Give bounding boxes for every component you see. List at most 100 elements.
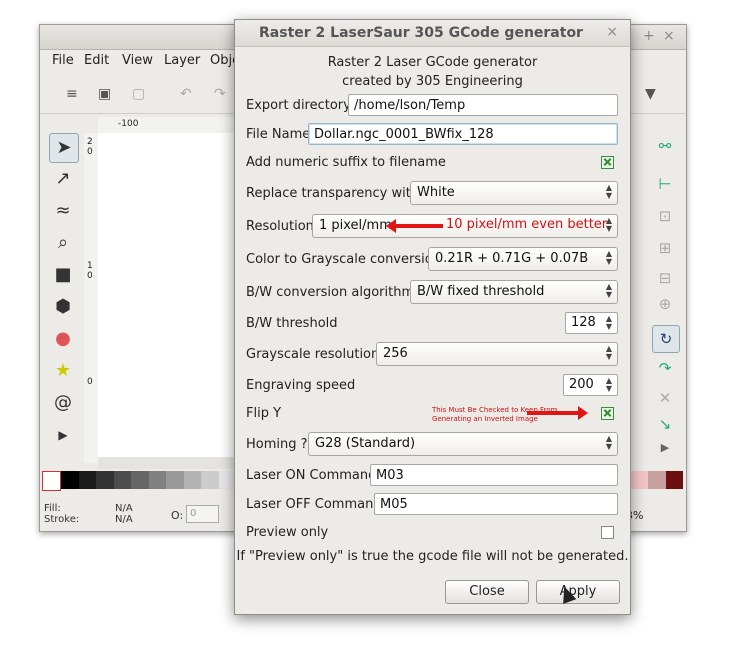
color-palette: [42, 471, 236, 491]
transparency-select[interactable]: White ▲ ▼: [410, 181, 618, 205]
color-swatch[interactable]: [665, 471, 683, 489]
export-directory-input[interactable]: /home/lson/Temp: [348, 94, 618, 116]
laser-off-input[interactable]: M05: [374, 493, 618, 515]
chevron-down-icon[interactable]: ▼: [645, 86, 656, 102]
ellipse-tool-icon[interactable]: ●: [49, 325, 77, 353]
stroke-value: N/A: [115, 514, 133, 525]
color-swatch[interactable]: [61, 471, 79, 489]
annotation-arrow-right: [527, 406, 588, 420]
group-icon[interactable]: ▢: [132, 86, 145, 102]
menu-edit[interactable]: Edit: [84, 53, 109, 68]
color-swatch[interactable]: [166, 471, 184, 489]
select-all-icon[interactable]: ▣: [98, 86, 111, 102]
engraving-speed-label: Engraving speed: [246, 378, 356, 393]
spin-arrows-icon: ▲ ▼: [605, 183, 612, 200]
preview-only-checkbox[interactable]: [601, 526, 614, 539]
grayscale-resolution-select[interactable]: 256 ▲ ▼: [376, 342, 618, 366]
color-swatch[interactable]: [113, 471, 132, 489]
color-swatch[interactable]: [183, 471, 202, 489]
node-tool-icon[interactable]: ↗: [49, 165, 77, 193]
annotation-arrow-left: [386, 219, 443, 233]
color-swatch[interactable]: [648, 471, 666, 489]
snap-smooth-icon[interactable]: ↻: [652, 325, 680, 353]
bw-algorithm-value: B/W fixed threshold: [417, 284, 545, 299]
menubar: File Edit View Layer Obje: [40, 49, 240, 71]
close-button[interactable]: Close: [445, 580, 529, 604]
bw-threshold-spinbox[interactable]: 128 ▲ ▼: [565, 312, 618, 334]
drawing-canvas[interactable]: [98, 133, 236, 457]
snap-toggle-icon[interactable]: ⚯: [652, 133, 678, 159]
homing-label: Homing ?: [246, 437, 308, 452]
no-paint-swatch[interactable]: [42, 471, 62, 491]
ruler-label: 0: [87, 377, 93, 387]
numeric-suffix-checkbox[interactable]: [601, 156, 614, 169]
maximize-icon[interactable]: +: [643, 28, 655, 44]
more-tools-icon[interactable]: ▶: [49, 421, 77, 449]
snap-intersect-icon[interactable]: ✕: [652, 385, 678, 411]
vertical-ruler: 2 0 1 0 0: [84, 133, 99, 463]
color-swatch[interactable]: [78, 471, 97, 489]
ruler-label: 0: [87, 147, 93, 157]
spin-arrows-icon: ▲ ▼: [605, 376, 612, 393]
rectangle-tool-icon[interactable]: ■: [49, 261, 77, 289]
more-snap-icon[interactable]: ▶: [652, 435, 678, 461]
color-palette-right: [631, 471, 683, 489]
dialog-title: Raster 2 LaserSaur 305 GCode generator: [259, 25, 583, 41]
style-indicator: Fill: N/A Stroke: N/A O: 0: [44, 503, 219, 525]
bw-threshold-value: 128: [571, 315, 596, 330]
snap-bbox-icon[interactable]: ⊢: [652, 171, 678, 197]
spin-arrows-icon: ▲ ▼: [605, 314, 612, 331]
apply-button[interactable]: Apply: [536, 580, 620, 604]
horizontal-ruler: -100: [98, 117, 238, 134]
stroke-label: Stroke:: [44, 514, 80, 525]
color-swatch[interactable]: [631, 471, 649, 489]
numeric-suffix-label: Add numeric suffix to filename: [246, 155, 446, 170]
flip-y-label: Flip Y: [246, 406, 282, 421]
color-swatch[interactable]: [148, 471, 167, 489]
fill-value: N/A: [115, 503, 133, 514]
snap-midpoints-icon[interactable]: ⊟: [652, 265, 678, 291]
tweak-tool-icon[interactable]: ≈: [49, 197, 77, 225]
align-icon[interactable]: ≡: [66, 86, 78, 102]
zoom-tool-icon[interactable]: ⌕: [49, 229, 77, 257]
ruler-label: 1: [87, 261, 93, 271]
ruler-label: -100: [118, 119, 139, 129]
snap-path-icon[interactable]: ↷: [652, 355, 678, 381]
horizontal-scrollbar[interactable]: [98, 457, 236, 469]
opacity-spinbox[interactable]: 0: [186, 505, 219, 523]
close-icon[interactable]: ×: [606, 24, 618, 40]
snap-center-icon[interactable]: ⊕: [652, 291, 678, 317]
grayscale-conversion-label: Color to Grayscale conversion: [246, 252, 441, 267]
selector-tool-icon[interactable]: ➤: [49, 133, 79, 163]
bw-threshold-label: B/W threshold: [246, 316, 338, 331]
color-swatch[interactable]: [96, 471, 114, 489]
snap-nodes-icon[interactable]: ⊡: [652, 203, 678, 229]
fill-label: Fill:: [44, 503, 61, 514]
file-name-input[interactable]: Dollar.ngc_0001_BWfix_128: [308, 123, 618, 145]
star-tool-icon[interactable]: ★: [49, 357, 77, 385]
opacity-label: O:: [171, 509, 184, 522]
export-directory-label: Export directory: [246, 98, 351, 113]
close-icon[interactable]: ×: [663, 28, 675, 44]
engraving-speed-spinbox[interactable]: 200 ▲ ▼: [563, 374, 618, 396]
spin-arrows-icon: ▲ ▼: [605, 282, 612, 299]
menu-layer[interactable]: Layer: [164, 53, 200, 68]
snap-guide-icon[interactable]: ↘: [652, 411, 678, 437]
laser-on-input[interactable]: M03: [370, 464, 618, 486]
undo-icon[interactable]: ↶: [180, 86, 192, 102]
menu-view[interactable]: View: [122, 53, 153, 68]
gcode-generator-dialog: Raster 2 LaserSaur 305 GCode generator ×…: [234, 19, 631, 615]
dialog-titlebar[interactable]: Raster 2 LaserSaur 305 GCode generator ×: [235, 20, 630, 47]
color-swatch[interactable]: [131, 471, 149, 489]
spiral-tool-icon[interactable]: @: [49, 389, 77, 417]
redo-icon[interactable]: ↷: [214, 86, 226, 102]
grayscale-conversion-select[interactable]: 0.21R + 0.71G + 0.07B ▲ ▼: [428, 247, 618, 271]
flip-y-checkbox[interactable]: [601, 407, 614, 420]
3d-box-tool-icon[interactable]: ⬢: [49, 293, 77, 321]
color-swatch[interactable]: [201, 471, 219, 489]
spin-arrows-icon: ▲ ▼: [605, 344, 612, 361]
menu-file[interactable]: File: [52, 53, 74, 68]
snap-paths-icon[interactable]: ⊞: [652, 235, 678, 261]
homing-select[interactable]: G28 (Standard) ▲ ▼: [308, 432, 618, 456]
bw-algorithm-select[interactable]: B/W fixed threshold ▲ ▼: [410, 280, 618, 304]
